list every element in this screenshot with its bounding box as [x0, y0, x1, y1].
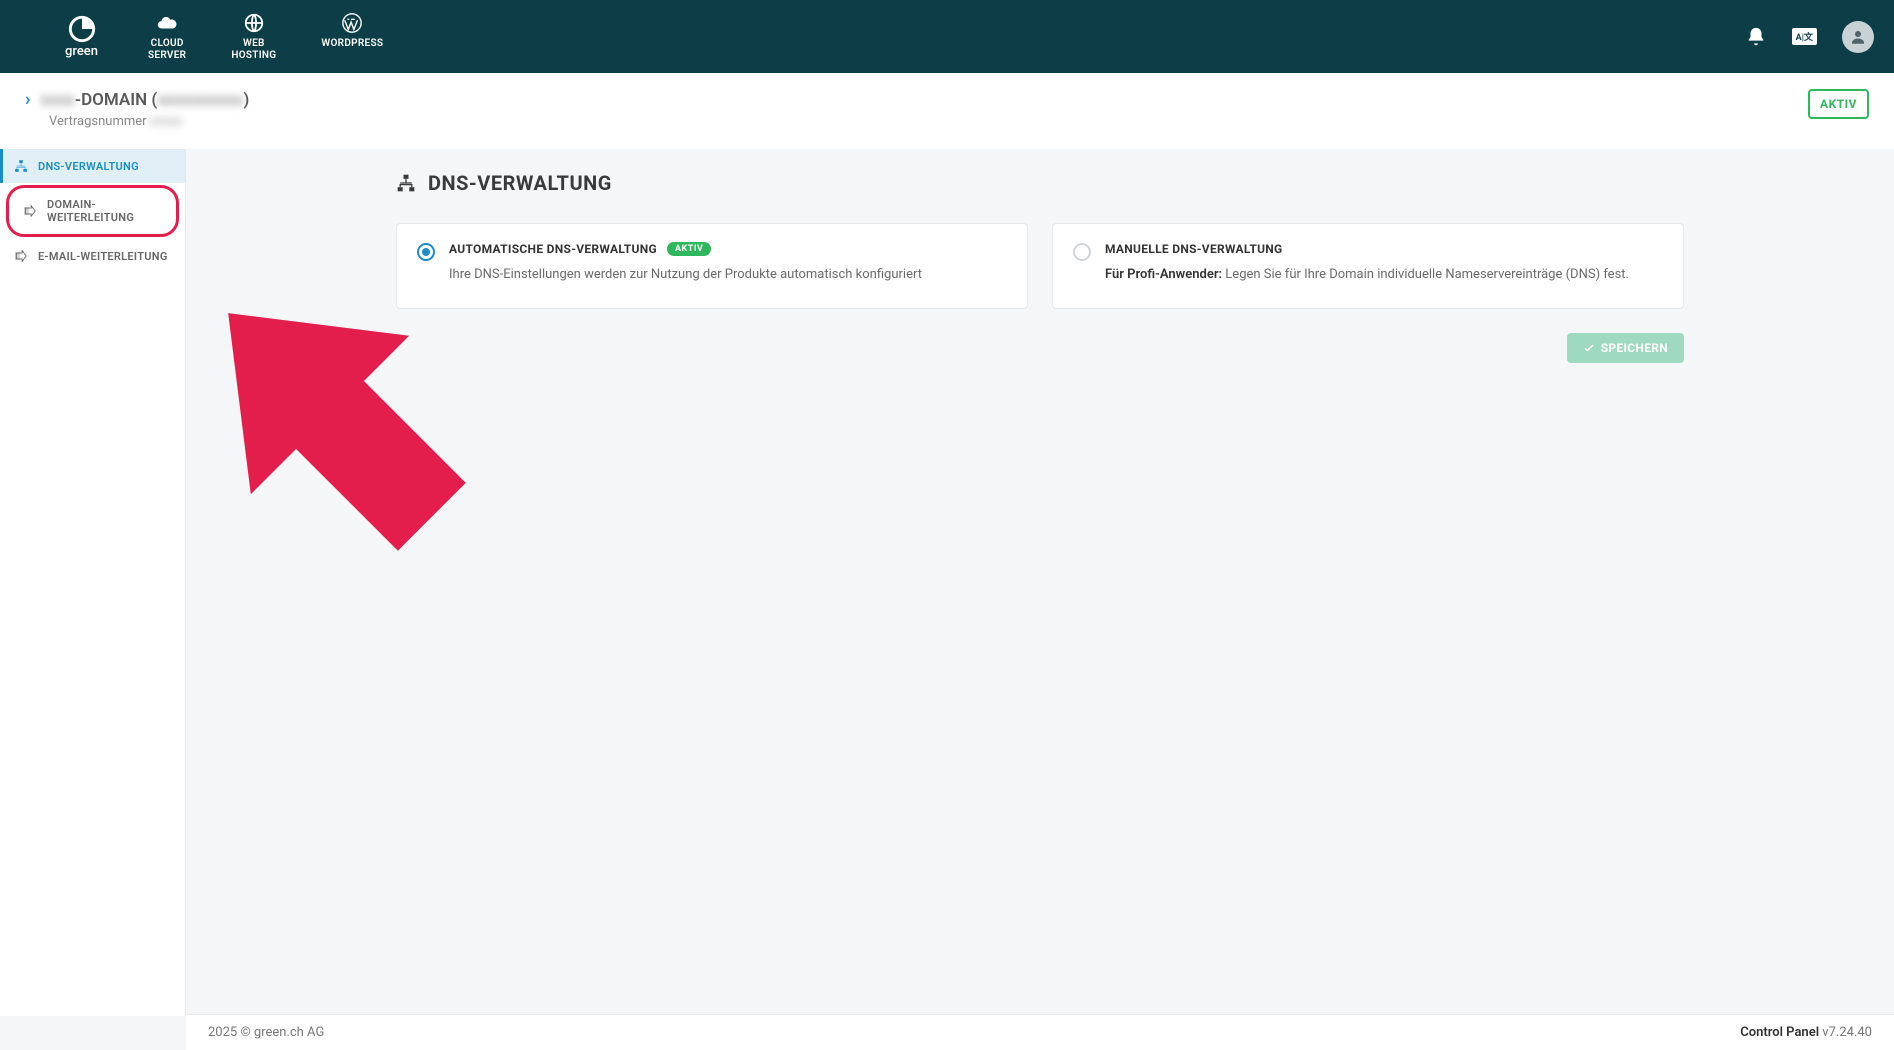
card-desc: Ihre DNS-Einstellungen werden zur Nutzun…: [449, 266, 1007, 284]
breadcrumb-subtitle: Vertragsnummer xxxxx: [49, 114, 249, 129]
header-right: A|文: [1745, 21, 1874, 53]
sidebar-item-label: DNS-VERWALTUNG: [38, 160, 139, 173]
cloud-icon: [156, 12, 178, 34]
sidebar-item-email-weiterleitung[interactable]: E-MAIL-WEITERLEITUNG: [0, 239, 185, 273]
sidebar: DNS-VERWALTUNG DOMAIN-WEITERLEITUNG E-MA…: [0, 149, 186, 1016]
domain-name-redacted: xxxx: [40, 90, 74, 110]
globe-icon: [243, 12, 265, 34]
save-button-label: SPEICHERN: [1601, 341, 1668, 355]
domain-value-redacted: xxxxxxxxxx: [157, 90, 243, 110]
card-manual-dns[interactable]: MANUELLE DNS-VERWALTUNG Für Profi-Anwend…: [1052, 223, 1684, 309]
sidebar-item-dns-verwaltung[interactable]: DNS-VERWALTUNG: [0, 149, 185, 183]
title-suffix: ): [243, 90, 249, 110]
footer-version: Control Panel v7.24.40: [1740, 1025, 1872, 1040]
logo-icon: [68, 15, 96, 43]
radio-auto[interactable]: [417, 243, 435, 261]
bell-icon[interactable]: [1745, 26, 1767, 48]
nav-label: WEB HOSTING: [231, 38, 276, 62]
main: DNS-VERWALTUNG DOMAIN-WEITERLEITUNG E-MA…: [0, 149, 1894, 1016]
dns-mode-cards: AUTOMATISCHE DNS-VERWALTUNG AKTIV Ihre D…: [396, 223, 1684, 309]
card-title: AUTOMATISCHE DNS-VERWALTUNG: [449, 242, 657, 256]
breadcrumb-title: › xxxx -DOMAIN ( xxxxxxxxxx ): [25, 89, 249, 110]
sitemap-icon: [14, 159, 28, 173]
share-icon: [14, 249, 28, 263]
breadcrumb: › xxxx -DOMAIN ( xxxxxxxxxx ) Vertragsnu…: [0, 73, 1894, 149]
chevron-right-icon[interactable]: ›: [25, 89, 30, 110]
nav-wordpress[interactable]: WORDPRESS: [321, 12, 383, 62]
card-title: MANUELLE DNS-VERWALTUNG: [1105, 242, 1283, 256]
sidebar-item-label: DOMAIN-WEITERLEITUNG: [47, 198, 162, 224]
nav-label: CLOUD SERVER: [148, 38, 186, 62]
active-badge: AKTIV: [667, 242, 711, 256]
language-switcher[interactable]: A|文: [1792, 28, 1817, 45]
content: DNS-VERWALTUNG AUTOMATISCHE DNS-VERWALTU…: [186, 149, 1894, 1016]
nav-label: WORDPRESS: [321, 38, 383, 50]
page-title-text: DNS-VERWALTUNG: [428, 171, 612, 195]
sitemap-icon: [396, 173, 416, 193]
radio-manual[interactable]: [1073, 243, 1091, 261]
card-desc: Für Profi-Anwender: Legen Sie für Ihre D…: [1105, 266, 1663, 284]
card-auto-dns[interactable]: AUTOMATISCHE DNS-VERWALTUNG AKTIV Ihre D…: [396, 223, 1028, 309]
logo-text: green: [65, 44, 98, 59]
nav-cloud-server[interactable]: CLOUD SERVER: [148, 12, 186, 62]
nav-web-hosting[interactable]: WEB HOSTING: [231, 12, 276, 62]
save-row: SPEICHERN: [396, 333, 1684, 363]
sidebar-item-domain-weiterleitung[interactable]: DOMAIN-WEITERLEITUNG: [6, 185, 179, 237]
wordpress-icon: [341, 12, 363, 34]
share-icon: [23, 204, 37, 218]
status-badge: AKTIV: [1808, 89, 1869, 119]
title-prefix: -DOMAIN (: [75, 90, 157, 110]
logo[interactable]: green: [65, 15, 98, 59]
avatar[interactable]: [1842, 21, 1874, 53]
contract-number-redacted: xxxxx: [150, 114, 182, 129]
footer-copyright: 2025 © green.ch AG: [208, 1025, 324, 1040]
save-button[interactable]: SPEICHERN: [1567, 333, 1684, 363]
app-header: green CLOUD SERVER WEB HOSTING WORDPRESS…: [0, 0, 1894, 73]
page-title: DNS-VERWALTUNG: [396, 171, 1684, 195]
footer: 2025 © green.ch AG Control Panel v7.24.4…: [186, 1014, 1894, 1050]
check-icon: [1583, 342, 1595, 354]
nav-items: CLOUD SERVER WEB HOSTING WORDPRESS: [148, 12, 383, 62]
sidebar-item-label: E-MAIL-WEITERLEITUNG: [38, 250, 168, 263]
user-icon: [1849, 28, 1867, 46]
